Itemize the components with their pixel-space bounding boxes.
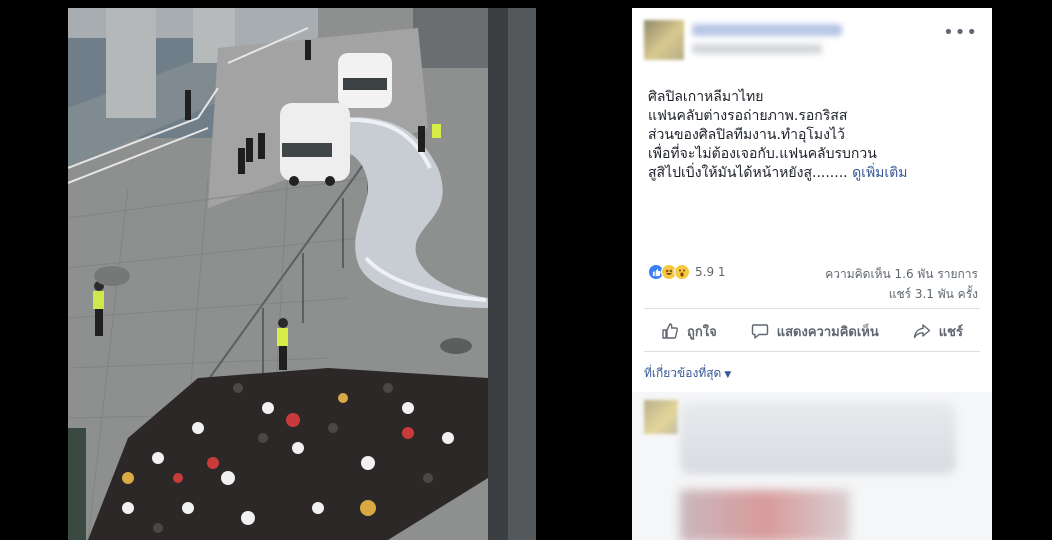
commenter-avatar-redacted[interactable] <box>644 400 678 434</box>
post-photo[interactable] <box>68 8 536 540</box>
post-text: ศิลปิลเกาหลีมาไทย แฟนคลับต่างรอถ่ายภาพ.ร… <box>648 88 978 183</box>
like-button[interactable]: ถูกใจ <box>661 321 717 342</box>
post-text-line: สูสิไปเบิ่งให้มันได้หน้าหยังสู........ ด… <box>648 164 978 183</box>
post-text-line: แฟนคลับต่างรอถ่ายภาพ.รอกริสส <box>648 108 848 124</box>
author-name-redacted[interactable] <box>692 24 842 36</box>
share-count[interactable]: แชร์ 3.1 พัน ครั้ง <box>825 284 978 304</box>
comments-section <box>632 392 992 540</box>
comment-button[interactable]: แสดงความคิดเห็น <box>751 321 879 342</box>
ellipsis-icon[interactable]: ••• <box>943 24 978 42</box>
post-meta-redacted <box>692 44 822 54</box>
comment-image-redacted[interactable] <box>680 490 850 540</box>
post-text-line: ศิลปิลเกาหลีมาไทย <box>648 89 764 105</box>
reaction-count-unit: 1 <box>717 265 726 279</box>
share-button[interactable]: แชร์ <box>913 321 963 342</box>
comment-sort-label: ที่เกี่ยวข้องที่สุด <box>644 366 722 380</box>
share-arrow-icon <box>913 324 930 339</box>
caret-down-icon: ▼ <box>724 370 732 380</box>
comment-count[interactable]: ความคิดเห็น 1.6 พัน รายการ <box>825 264 978 284</box>
post-panel: ••• ศิลปิลเกาหลีมาไทย แฟนคลับต่างรอถ่ายภ… <box>632 8 992 540</box>
post-header: ••• <box>632 8 992 70</box>
comments-shares-counts: ความคิดเห็น 1.6 พัน รายการ แชร์ 3.1 พัน … <box>825 264 978 304</box>
share-label: แชร์ <box>938 324 963 340</box>
wow-icon <box>674 264 690 280</box>
comment-sort-dropdown[interactable]: ที่เกี่ยวข้องที่สุด ▼ <box>644 364 731 383</box>
reaction-summary[interactable]: 5.9 1 <box>648 264 726 280</box>
thumbs-up-icon <box>662 323 678 339</box>
see-more-link[interactable]: ดูเพิ่มเติม <box>852 165 907 181</box>
comment-bubble-redacted <box>680 402 956 474</box>
like-label: ถูกใจ <box>687 324 717 340</box>
divider <box>644 351 980 352</box>
post-text-line: เพื่อที่จะไม่ต้องเจอกับ.แฟนคลับรบกวน <box>648 146 877 162</box>
reaction-count: 5.9 1 <box>695 265 726 279</box>
post-actions: ถูกใจ แสดงความคิดเห็น แชร์ <box>644 314 980 348</box>
post-stats: 5.9 1 ความคิดเห็น 1.6 พัน รายการ แชร์ 3.… <box>648 262 978 306</box>
speech-bubble-icon <box>751 324 768 339</box>
comment-label: แสดงความคิดเห็น <box>776 324 879 340</box>
post-text-line: ส่วนของศิลปิลทีมงาน.ทำอุโมงไว้ <box>648 127 845 143</box>
author-avatar[interactable] <box>644 20 684 60</box>
divider <box>644 308 980 309</box>
post-text-line-last: สูสิไปเบิ่งให้มันได้หน้าหยังสู........ <box>648 165 848 181</box>
reaction-count-value: 5.9 <box>695 265 718 279</box>
